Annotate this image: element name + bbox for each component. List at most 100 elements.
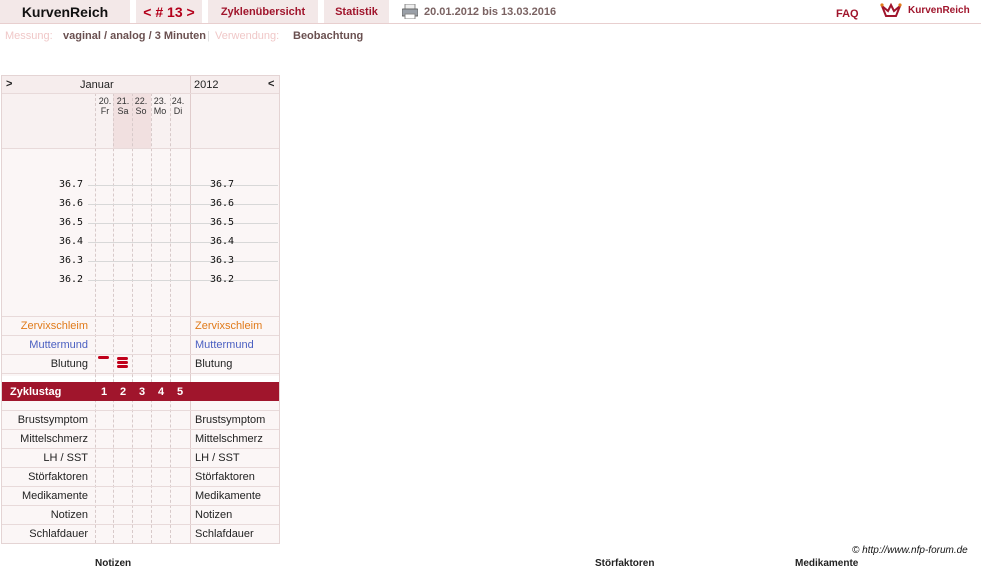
day-column-line xyxy=(113,93,114,543)
day-date: 20. xyxy=(98,96,112,106)
temp-gridline xyxy=(88,204,278,205)
right-axis-divider xyxy=(190,76,191,543)
temp-tick-left: 36.5 xyxy=(59,217,84,228)
tab-cycle-overview[interactable]: Zyklenübersicht xyxy=(208,0,318,23)
day-header: 24. Di xyxy=(169,96,187,116)
cycle-day-number: 5 xyxy=(176,386,184,398)
day-header: 20. Fr xyxy=(96,96,114,116)
row-divider xyxy=(2,486,279,487)
copyright-link[interactable]: © http://www.nfp-forum.de xyxy=(852,545,968,556)
temp-tick-left: 36.4 xyxy=(59,236,84,247)
cycle-navigation[interactable]: < # 13 > xyxy=(136,0,202,23)
row-label-brustsymptom-right: Brustsymptom xyxy=(195,414,266,426)
day-weekday: Mo xyxy=(153,106,167,116)
row-label-stoerfaktoren-right: Störfaktoren xyxy=(195,471,255,483)
logo-text[interactable]: KurvenReich xyxy=(908,5,970,16)
temp-tick-left: 36.7 xyxy=(59,179,84,190)
temp-gridline xyxy=(88,185,278,186)
row-label-blutung-right: Blutung xyxy=(195,358,233,370)
row-label-notizen-right: Notizen xyxy=(195,509,233,521)
temp-tick-right: 36.2 xyxy=(210,274,235,285)
cycle-day-number: 2 xyxy=(119,386,127,398)
next-cycle-arrow[interactable]: < xyxy=(268,78,274,90)
measure-value: vaginal / analog / 3 Minuten xyxy=(63,30,207,42)
row-divider xyxy=(2,335,279,336)
cycle-day-number: 3 xyxy=(138,386,146,398)
row-divider xyxy=(2,316,279,317)
usage-label: Verwendung: xyxy=(215,30,280,42)
measure-label: Messung: xyxy=(5,30,53,42)
day-column-line xyxy=(170,93,171,543)
row-divider xyxy=(2,448,279,449)
medication-heading: Medikamente xyxy=(795,558,859,569)
temp-tick-right: 36.4 xyxy=(210,236,235,247)
row-divider xyxy=(2,93,279,94)
temp-gridline xyxy=(88,280,278,281)
temp-tick-left: 36.6 xyxy=(59,198,84,209)
date-range: 20.01.2012 bis 13.03.2016 xyxy=(424,6,557,18)
temp-gridline xyxy=(88,223,278,224)
day-header: 21. Sa xyxy=(114,96,132,116)
day-weekday: Fr xyxy=(100,106,110,116)
row-divider xyxy=(2,467,279,468)
day-weekday: Di xyxy=(173,106,183,116)
usage-value: Beobachtung xyxy=(293,30,364,42)
day-date: 22. xyxy=(134,96,148,106)
meta-separator: | xyxy=(207,30,210,42)
row-label-muttermund: Muttermund xyxy=(29,339,88,351)
row-label-schlafdauer: Schlafdauer xyxy=(29,528,88,540)
row-label-brustsymptom: Brustsymptom xyxy=(17,414,88,426)
row-divider xyxy=(2,410,279,411)
temp-tick-right: 36.3 xyxy=(210,255,235,266)
row-label-zervix: Zervixschleim xyxy=(20,320,88,332)
header-row-bg xyxy=(2,76,279,93)
row-label-muttermund-right: Muttermund xyxy=(195,339,254,351)
day-column-line xyxy=(95,93,96,543)
notes-heading: Notizen xyxy=(95,558,132,569)
measurement-value: vaginal / analog / 3 Minuten xyxy=(63,30,206,42)
bleeding-light-icon xyxy=(98,356,109,359)
year-label: 2012 xyxy=(194,79,219,91)
temp-tick-left: 36.3 xyxy=(59,255,84,266)
temp-gridline xyxy=(88,261,278,262)
row-label-medikamente-right: Medikamente xyxy=(195,490,262,502)
month-label: Januar xyxy=(80,79,114,91)
cycle-day-number: 4 xyxy=(157,386,165,398)
row-label-lh-sst: LH / SST xyxy=(43,452,88,464)
bleeding-heavy-icon xyxy=(117,357,128,368)
row-label-lh-sst-right: LH / SST xyxy=(195,452,240,464)
row-divider xyxy=(2,524,279,525)
day-date: 23. xyxy=(153,96,167,106)
temp-tick-right: 36.6 xyxy=(210,198,235,209)
tab-statistics[interactable]: Statistik xyxy=(324,0,389,23)
row-label-notizen: Notizen xyxy=(50,509,88,521)
measurement-label: Messung: xyxy=(5,30,53,42)
faq-link[interactable]: FAQ xyxy=(836,8,859,20)
cycle-day-number: 1 xyxy=(100,386,108,398)
row-divider xyxy=(2,505,279,506)
row-label-schlafdauer-right: Schlafdauer xyxy=(195,528,254,540)
temp-tick-right: 36.5 xyxy=(210,217,235,228)
day-header: 23. Mo xyxy=(151,96,169,116)
disturbance-heading: Störfaktoren xyxy=(595,558,655,569)
day-column-line xyxy=(132,93,133,543)
row-divider xyxy=(2,148,279,149)
day-weekday: So xyxy=(135,106,147,116)
printer-icon[interactable] xyxy=(402,4,418,19)
day-weekday: Sa xyxy=(117,106,129,116)
row-divider xyxy=(2,373,279,374)
day-date: 24. xyxy=(171,96,185,106)
temp-area-bg xyxy=(2,148,279,316)
row-label-zervix-right: Zervixschleim xyxy=(195,320,263,332)
brand-title[interactable]: KurvenReich xyxy=(0,0,130,23)
row-divider xyxy=(2,354,279,355)
day-column-line xyxy=(151,93,152,543)
temp-tick-right: 36.7 xyxy=(210,179,235,190)
row-label-blutung: Blutung xyxy=(50,358,88,370)
cycle-chart: > Januar 2012 < 20. Fr 21. Sa 22. So 23. Mo … xyxy=(1,75,280,544)
cycle-day-label: Zyklustag xyxy=(10,386,62,398)
prev-cycle-arrow[interactable]: > xyxy=(6,78,12,90)
crown-logo-icon[interactable] xyxy=(880,2,902,20)
day-date: 21. xyxy=(116,96,130,106)
temp-tick-left: 36.2 xyxy=(59,274,84,285)
